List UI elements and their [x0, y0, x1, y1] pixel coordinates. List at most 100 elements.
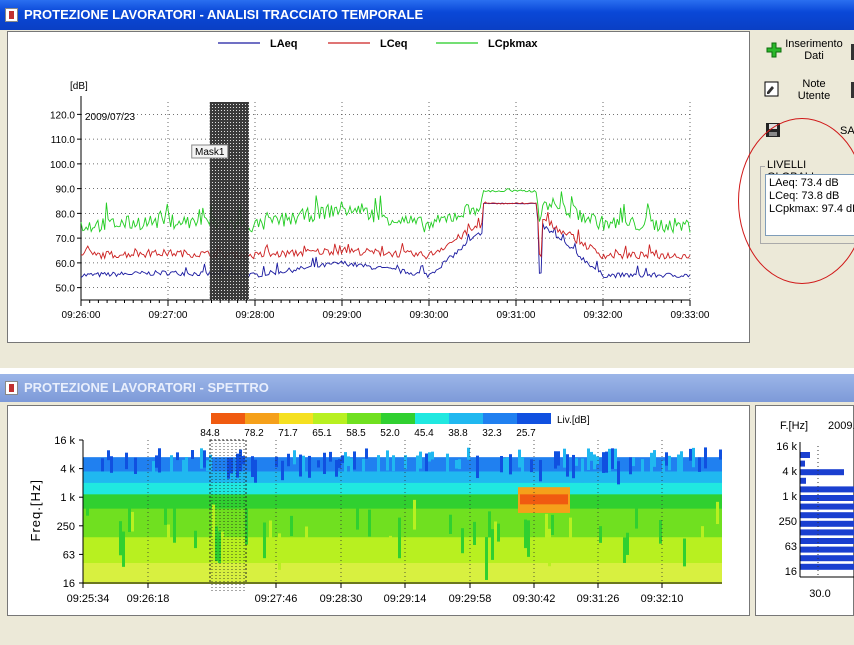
- time-chart[interactable]: LAeq LCeq LCpkmax [dB] 120.0 110.0 100.0 90.0 80…: [8, 32, 749, 342]
- spectrum-noise: [164, 498, 167, 525]
- side-bar: [800, 469, 844, 476]
- spectrum-noise: [269, 520, 272, 541]
- side-bar: [800, 503, 854, 510]
- spectrum-noise: [605, 451, 608, 473]
- y-tick-label: 80.0: [56, 209, 76, 220]
- spectrum-noise: [587, 448, 590, 471]
- spectrogram-chart[interactable]: 84.8 78.2 71.7 65.1 58.5 52.0 45.4 38.8 32.3 25.7…: [8, 406, 749, 615]
- side-bar: [800, 555, 854, 562]
- spectrum-noise: [491, 529, 494, 560]
- spectrum-noise: [278, 533, 281, 570]
- spectrum-noise: [206, 460, 209, 472]
- spectrum-noise: [569, 517, 572, 543]
- legend-label-laeq: LAeq: [270, 38, 298, 50]
- legend-label-lcpkmax: LCpkmax: [488, 38, 538, 50]
- y-tick-label: 70.0: [56, 234, 76, 245]
- hotspot-core: [520, 494, 568, 505]
- x-tick-label: 09:27:46: [255, 593, 298, 605]
- spectrum-noise: [596, 456, 599, 465]
- spectrum-noise: [566, 454, 569, 477]
- mask-label: Mask1: [195, 147, 225, 158]
- spectrum-noise: [254, 459, 257, 483]
- spectrum-noise: [506, 457, 509, 477]
- side-bar: [800, 477, 806, 484]
- spectrum-noise: [668, 455, 671, 471]
- spectrum-noise: [317, 460, 320, 468]
- scale-value: 45.4: [414, 428, 434, 439]
- x-tick-label: 09:29:58: [449, 593, 492, 605]
- spectrum-noise: [281, 460, 284, 481]
- spectrum-noise: [356, 498, 359, 530]
- spectrum-noise: [701, 526, 704, 547]
- spectrum-noise: [572, 454, 575, 479]
- scale-swatch: [517, 413, 551, 424]
- scale-unit: Liv.[dB]: [557, 415, 590, 426]
- spectrum-noise: [683, 538, 686, 567]
- spectrum-noise: [335, 459, 338, 477]
- spectrum-noise: [230, 457, 233, 474]
- spectrum-noise: [305, 526, 308, 563]
- scale-swatch: [483, 413, 517, 424]
- mask-region: [209, 102, 249, 300]
- spectrum-noise: [602, 452, 605, 473]
- spectrum-noise: [521, 457, 524, 479]
- spectrum-noise: [716, 501, 719, 525]
- spectrum-noise: [575, 458, 578, 466]
- window1-titlebar[interactable]: PROTEZIONE LAVORATORI - ANALISI TRACCIAT…: [0, 0, 854, 30]
- spectrum-noise: [455, 460, 458, 469]
- spectrum-noise: [194, 530, 197, 549]
- x-tick-label: 09:32:00: [584, 310, 623, 321]
- spectrum-noise: [623, 537, 626, 563]
- user-notes-button[interactable]: Note Utente: [762, 76, 852, 106]
- spectrum-noise: [221, 531, 224, 552]
- spectrum-noise: [347, 456, 350, 467]
- insert-data-button[interactable]: Inserimento Dati: [762, 36, 852, 66]
- spectrum-noise: [377, 455, 380, 472]
- scale-swatch: [449, 413, 483, 424]
- y-tick-label: 50.0: [56, 284, 76, 295]
- spectrum-noise: [488, 511, 491, 538]
- spectrum-noise: [338, 459, 341, 468]
- spectrum-noise: [416, 455, 419, 476]
- spectrum-noise: [125, 452, 128, 470]
- spectrogram-panel: 84.8 78.2 71.7 65.1 58.5 52.0 45.4 38.8 32.3 25.7…: [7, 405, 750, 616]
- spectrum-noise: [119, 521, 122, 556]
- side-bar: [800, 452, 810, 458]
- scale-value: 71.7: [278, 428, 298, 439]
- spectrum-noise: [392, 455, 395, 472]
- spectrum-noise: [617, 461, 620, 485]
- side-y-tick: 250: [779, 516, 797, 528]
- spectrum-noise: [365, 448, 368, 459]
- spectrum-noise: [473, 521, 476, 545]
- spectrum-noise: [431, 451, 434, 460]
- spectrum-noise: [398, 517, 401, 559]
- spectrum-noise: [308, 455, 311, 478]
- spectrum-noise: [152, 461, 155, 477]
- spectrum-noise: [287, 453, 290, 467]
- y-tick-label: 250: [57, 521, 75, 533]
- spectrum-noise: [503, 458, 506, 482]
- spectrum-bar-chart[interactable]: F.[Hz] 2009. 16 k 4 k 1 k 250 63 16 30.0: [756, 406, 854, 615]
- y-unit-label: [dB]: [70, 81, 88, 92]
- window2-titlebar[interactable]: PROTEZIONE LAVORATORI - SPETTRO: [0, 374, 854, 402]
- spectrum-noise: [173, 508, 176, 543]
- spectrum-noise: [215, 526, 218, 562]
- spectrum-noise: [524, 519, 527, 549]
- spectrum-noise: [635, 505, 638, 529]
- y-tick-label: 100.0: [50, 160, 75, 171]
- side-y-tick: 1 k: [782, 491, 797, 503]
- scale-value: 32.3: [482, 428, 502, 439]
- x-tick-label: 09:29:00: [323, 310, 362, 321]
- scale-swatch: [313, 413, 347, 424]
- user-notes-label: Note Utente: [797, 78, 831, 102]
- spectrum-noise: [386, 450, 389, 471]
- side-unit-label: F.[Hz]: [780, 420, 808, 432]
- spectrum-noise: [530, 459, 533, 473]
- scale-swatch: [279, 413, 313, 424]
- spectrum-noise: [497, 523, 500, 542]
- spectrum-noise: [608, 448, 611, 472]
- y-tick-label: 110.0: [51, 135, 76, 146]
- spectrum-noise: [344, 452, 347, 474]
- spectrum-noise: [350, 458, 353, 476]
- spectrum-noise: [629, 457, 632, 475]
